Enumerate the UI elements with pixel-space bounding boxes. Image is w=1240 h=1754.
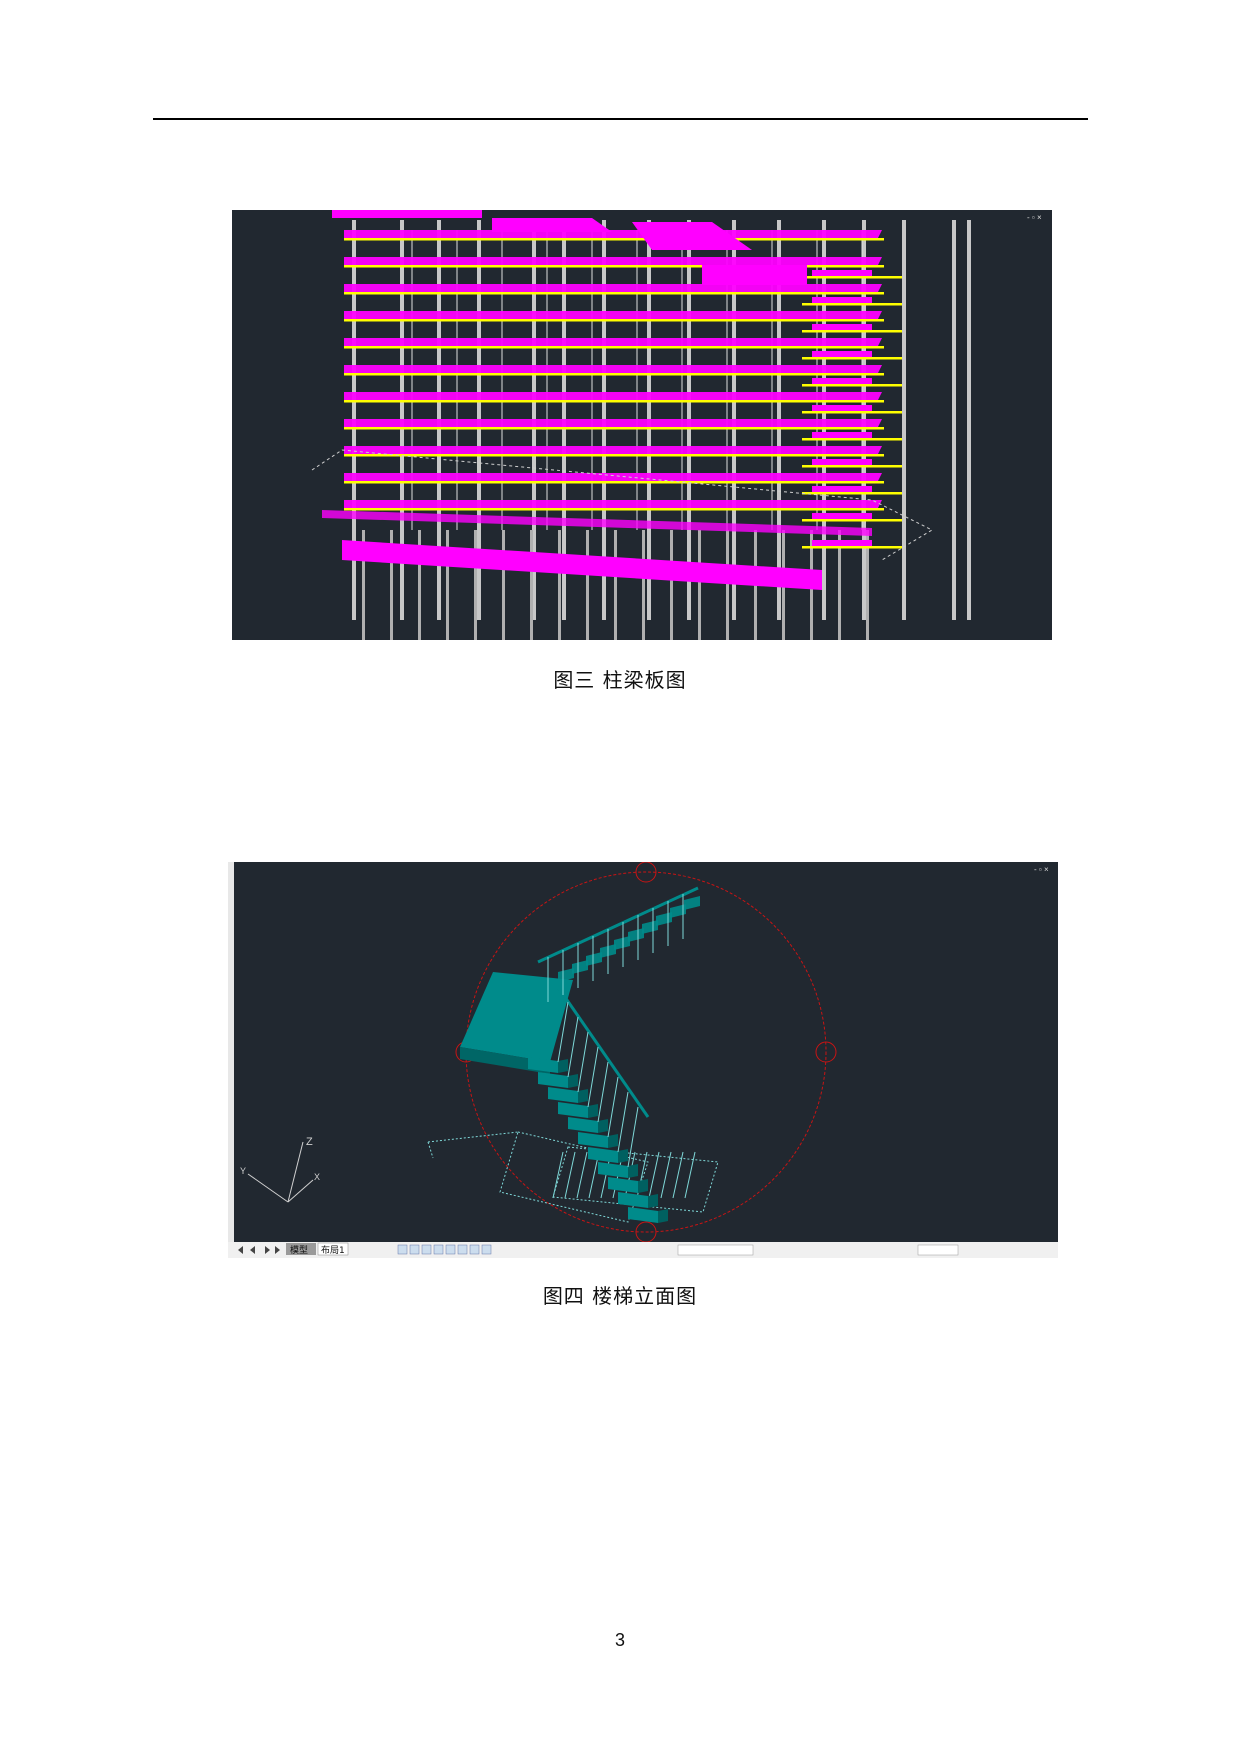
page-number: 3 [614, 1630, 625, 1650]
base-column [614, 530, 617, 640]
floor-beam [344, 292, 884, 295]
balcony-beam [802, 411, 902, 414]
base-column [670, 530, 673, 640]
floor-slab [344, 311, 882, 319]
floor-beam [344, 373, 884, 376]
roof-slab [492, 218, 612, 232]
balcony-beam [802, 276, 902, 279]
floor-slab [344, 419, 882, 427]
balcony-slab [812, 270, 872, 276]
base-column [642, 530, 645, 640]
column [952, 220, 956, 620]
balcony-slab [812, 351, 872, 357]
stair-step-side [558, 1059, 568, 1073]
figure-stair-elevation: Z Y X - ▫ × 模型 布局1 [228, 862, 1058, 1258]
status-toggle-icon [469, 1244, 480, 1255]
floor-slab [344, 473, 882, 481]
left-toolbar-strip [228, 862, 234, 1242]
balcony-slab [812, 540, 872, 546]
base-column [446, 530, 449, 640]
balcony-slab [812, 486, 872, 492]
header-rule [153, 118, 1088, 120]
balcony-slab [812, 324, 872, 330]
figure-column-beam-slab: - ▫ × [232, 210, 1052, 640]
balcony-beam [802, 357, 902, 360]
base-column [698, 530, 701, 640]
stair-step-side [638, 1179, 648, 1193]
floor-beam [344, 427, 884, 430]
balcony-beam [802, 465, 902, 468]
status-toggle-icon [433, 1244, 444, 1255]
status-toggle-icon [445, 1244, 456, 1255]
floor-beam [344, 238, 884, 241]
axis-z-label: Z [306, 1136, 313, 1148]
axis-y-label: Y [240, 1166, 246, 1176]
base-column [726, 530, 729, 640]
stair-step-side [608, 1134, 618, 1148]
balcony-beam [802, 546, 902, 549]
balcony-slab [812, 378, 872, 384]
axis-x-label: X [314, 1172, 320, 1182]
floor-slab [344, 257, 882, 265]
status-toggle-icon [481, 1244, 492, 1255]
floor-slab [344, 365, 882, 373]
stair-step-side [618, 1149, 628, 1163]
tab-model-label[interactable]: 模型 [290, 1245, 308, 1256]
balcony-beam [802, 519, 902, 522]
base-column [558, 530, 561, 640]
stair-step-side [578, 1089, 588, 1103]
floor-beam [344, 454, 884, 457]
stair-step-side [628, 1164, 638, 1178]
base-column [502, 530, 505, 640]
base-column [530, 530, 533, 640]
tab-layout1-label[interactable]: 布局1 [321, 1244, 345, 1256]
floor-beam [344, 508, 884, 511]
status-toggle-icon [457, 1244, 468, 1255]
window-controls[interactable]: - ▫ × [1027, 213, 1042, 222]
base-column [474, 530, 477, 640]
floor-beam [344, 400, 884, 403]
floor-slab [344, 338, 882, 346]
balcony-slab [812, 297, 872, 303]
stair-step-side [658, 1209, 668, 1223]
roof-slab [332, 210, 482, 218]
floor-slab [344, 500, 882, 508]
column [902, 220, 906, 620]
base-column [586, 530, 589, 640]
stair-step-side [568, 1074, 578, 1088]
balcony-beam [802, 330, 902, 333]
balcony-beam [802, 438, 902, 441]
balcony-slab [812, 459, 872, 465]
floor-slab [344, 392, 882, 400]
floor-beam [344, 481, 884, 484]
floor-slab [344, 230, 882, 238]
floor-slab [344, 284, 882, 292]
balcony-beam [802, 303, 902, 306]
balcony-slab [812, 513, 872, 519]
status-toggle-icon [397, 1244, 408, 1255]
balcony-beam [802, 492, 902, 495]
balcony-slab [812, 432, 872, 438]
floor-beam [344, 319, 884, 322]
structure-3d-view: - ▫ × [232, 210, 1052, 640]
stair-3d-view: Z Y X - ▫ × 模型 布局1 [228, 862, 1058, 1258]
status-toggle-icon [409, 1244, 420, 1255]
figure-4-caption: 图四 楼梯立面图 [542, 1284, 698, 1308]
ime-toolbar [677, 1244, 754, 1256]
floor-slab [344, 446, 882, 454]
tray-icons [917, 1244, 959, 1256]
status-toggle-icon [421, 1244, 432, 1255]
figure-3-caption: 图三 柱梁板图 [553, 668, 687, 692]
balcony-beam [802, 384, 902, 387]
stair-step-side [588, 1104, 598, 1118]
window-controls[interactable]: - ▫ × [1034, 865, 1049, 874]
stair-step-side [648, 1194, 658, 1208]
stair-step-side [598, 1119, 608, 1133]
balcony-slab [812, 405, 872, 411]
roof-slab [702, 265, 807, 285]
floor-beam [344, 346, 884, 349]
column [967, 220, 971, 620]
